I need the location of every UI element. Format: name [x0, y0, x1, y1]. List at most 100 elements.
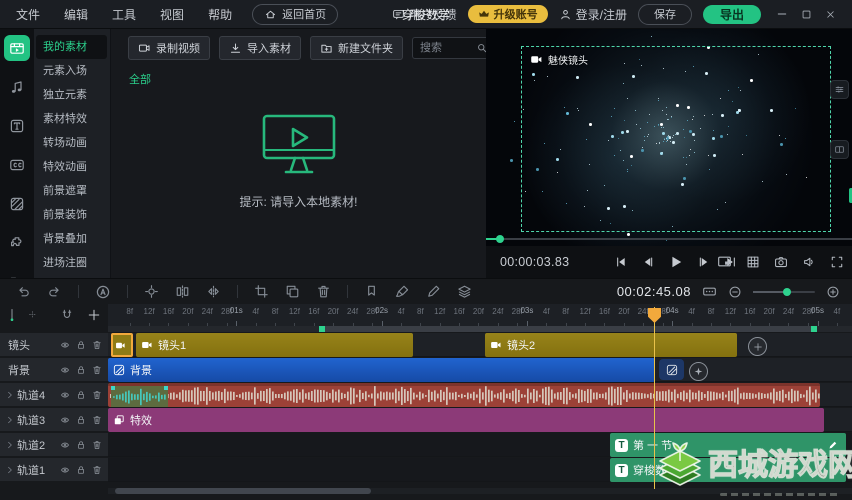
sidebar-item[interactable]: 转场动画	[34, 131, 110, 155]
work-area-range[interactable]	[322, 326, 813, 332]
panel-toggle-2[interactable]	[830, 140, 849, 159]
flip-icon[interactable]	[206, 284, 221, 299]
sidebar-item[interactable]: 进场注圈	[34, 251, 110, 275]
timeline-ruler[interactable]: 8f 12f 16f 20f 24f 28f 01s 4f 8f 12f 16f 20f 24f 28f 0…	[0, 303, 852, 326]
sidebar-item[interactable]: 我的素材	[36, 35, 107, 59]
copy-icon[interactable]	[285, 284, 300, 299]
eye-icon[interactable]	[60, 465, 70, 475]
playhead-tool-icon[interactable]	[5, 308, 19, 322]
chevron-right-icon[interactable]	[5, 390, 15, 400]
track-header-track3[interactable]: 轨道3	[0, 408, 108, 432]
chevron-right-icon[interactable]	[5, 415, 15, 425]
split-icon[interactable]	[175, 284, 190, 299]
lock-icon[interactable]	[76, 390, 86, 400]
sidebar-item[interactable]: 前景遮罩	[34, 179, 110, 203]
sidebar-item[interactable]: 元素入场	[34, 59, 110, 83]
trash-icon[interactable]	[92, 465, 102, 475]
fullscreen-icon[interactable]	[830, 255, 844, 269]
eye-icon[interactable]	[60, 390, 70, 400]
menubar-item[interactable]: 工具	[112, 6, 136, 23]
menubar-item[interactable]: 文件	[16, 6, 40, 23]
overlay-icon[interactable]	[4, 191, 30, 217]
lock-icon[interactable]	[76, 465, 86, 475]
marker-icon[interactable]	[364, 284, 379, 299]
add-clip-button[interactable]	[748, 337, 767, 356]
skip-start-icon[interactable]	[614, 255, 628, 269]
frame-back-icon[interactable]	[641, 255, 655, 269]
pip-icon[interactable]	[717, 254, 732, 269]
work-area-end-marker[interactable]	[811, 326, 817, 332]
add-track-icon[interactable]	[87, 308, 101, 322]
frame-forward-icon[interactable]	[697, 255, 711, 269]
music-icon[interactable]	[4, 74, 30, 100]
audio-selection-region[interactable]	[111, 386, 168, 407]
clip-selected-short[interactable]	[111, 333, 133, 357]
hscrollbar-handle[interactable]	[115, 488, 371, 494]
timeline-zoom-slider[interactable]	[753, 287, 815, 296]
timecode-settings-icon[interactable]	[702, 284, 717, 299]
clip-selection-outline[interactable]	[521, 46, 831, 232]
snap-toggle-icon[interactable]	[60, 308, 74, 322]
undo-icon[interactable]	[16, 284, 31, 299]
maximize-icon[interactable]	[801, 8, 812, 20]
menubar-item[interactable]: 编辑	[64, 6, 88, 23]
track-lane[interactable]: 背景	[108, 358, 852, 382]
plugin-icon[interactable]	[4, 230, 30, 256]
trash-icon[interactable]	[92, 340, 102, 350]
precision-cursor-icon[interactable]	[26, 308, 39, 321]
eye-icon[interactable]	[60, 365, 70, 375]
layers-icon[interactable]	[457, 284, 472, 299]
chevron-right-icon[interactable]	[5, 440, 15, 450]
grid-overlay-icon[interactable]	[746, 255, 760, 269]
seek-track[interactable]	[486, 238, 852, 240]
back-home-button[interactable]: 返回首页	[252, 3, 339, 25]
panel-toggle-1[interactable]	[830, 80, 849, 99]
zoom-slider-handle[interactable]	[783, 287, 791, 296]
sidebar-item[interactable]: 特效动画	[34, 155, 110, 179]
track-header-track4[interactable]: 轨道4	[0, 383, 108, 407]
track-header-video[interactable]: 镜头	[0, 333, 108, 357]
search-box[interactable]	[412, 37, 494, 59]
clip-background[interactable]: 背景	[108, 358, 655, 382]
eye-icon[interactable]	[60, 340, 70, 350]
track-header-track1[interactable]: 轨道1	[0, 458, 108, 482]
track-header-track2[interactable]: 轨道2	[0, 433, 108, 457]
work-area-strip[interactable]	[108, 326, 852, 332]
text-icon[interactable]	[4, 113, 30, 139]
media-library-icon[interactable]	[4, 35, 30, 61]
work-area-start-marker[interactable]	[319, 326, 325, 332]
sidebar-item[interactable]: 前景装饰	[34, 203, 110, 227]
search-input[interactable]	[418, 41, 476, 55]
clip-shot-2[interactable]: 镜头2	[485, 333, 737, 357]
track-lane[interactable]: 特效	[108, 408, 852, 432]
trash-icon[interactable]	[92, 390, 102, 400]
chevron-right-icon[interactable]	[5, 465, 15, 475]
lock-icon[interactable]	[76, 365, 86, 375]
eye-icon[interactable]	[60, 440, 70, 450]
magic-add-button[interactable]	[689, 362, 708, 381]
track-lane[interactable]	[108, 383, 852, 407]
trash-icon[interactable]	[92, 365, 102, 375]
auto-edit-icon[interactable]	[95, 284, 111, 300]
seek-knob[interactable]	[496, 235, 504, 243]
trash-icon[interactable]	[92, 440, 102, 450]
volume-icon[interactable]	[802, 255, 816, 269]
track-header-background[interactable]: 背景	[0, 358, 108, 382]
brush-icon[interactable]	[395, 284, 410, 299]
background-sample-badge[interactable]	[659, 359, 684, 380]
export-button[interactable]: 导出	[702, 4, 761, 24]
login-button[interactable]: 登录/注册	[559, 6, 627, 23]
edit-pen-icon[interactable]	[426, 284, 441, 299]
close-icon[interactable]	[825, 8, 836, 20]
import-media-button[interactable]: 导入素材	[219, 36, 301, 60]
upgrade-account-button[interactable]: 升级账号	[467, 5, 548, 23]
lock-icon[interactable]	[76, 340, 86, 350]
preview-seekbar[interactable]	[486, 234, 852, 244]
zoom-in-icon[interactable]	[826, 285, 840, 299]
lock-icon[interactable]	[76, 440, 86, 450]
zoom-out-icon[interactable]	[728, 285, 742, 299]
new-folder-button[interactable]: 新建文件夹	[310, 36, 403, 60]
clip-audio-waveform[interactable]	[108, 383, 820, 407]
tab-all[interactable]: 全部	[129, 71, 151, 87]
minimize-icon[interactable]	[776, 8, 788, 20]
